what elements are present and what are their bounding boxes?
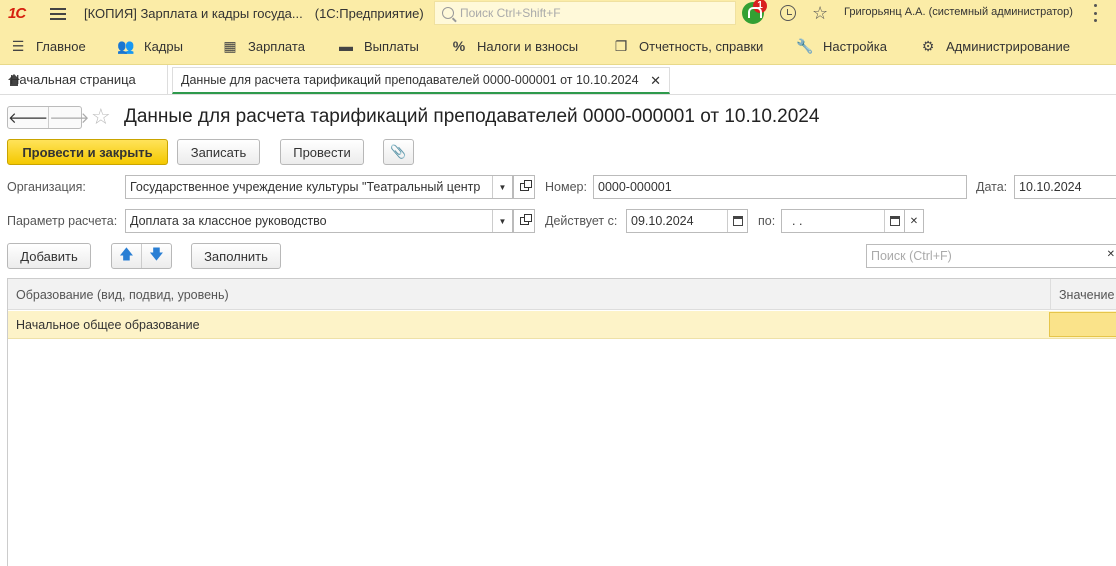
calculator-icon: ▦ xyxy=(223,37,237,54)
section-payments[interactable]: ▬ Выплаты xyxy=(338,27,419,65)
search-icon xyxy=(442,7,454,19)
open-parameter-icon[interactable] xyxy=(513,209,535,233)
move-up-arrow-icon[interactable]: 🡅 xyxy=(112,244,141,268)
date-value: 10.10.2024 xyxy=(1019,180,1082,194)
clear-date-icon[interactable]: ✕ xyxy=(904,209,924,233)
more-vertical-icon[interactable] xyxy=(1094,4,1098,22)
sections-panel: ☰ Главное 👥 Кадры ▦ Зарплата ▬ Выплаты %… xyxy=(0,27,1116,65)
move-buttons: 🡅 🡇 xyxy=(111,243,172,269)
app-subtitle: (1С:Предприятие) xyxy=(314,6,424,21)
fill-button[interactable]: Заполнить xyxy=(191,243,281,269)
cell-education: Начальное общее образование xyxy=(16,318,200,332)
add-row-button[interactable]: Добавить xyxy=(7,243,91,269)
documents-icon: ❐ xyxy=(614,37,628,54)
valid-to-field[interactable]: . . xyxy=(781,209,905,233)
app-logo: 1С xyxy=(8,4,26,22)
section-salary[interactable]: ▦ Зарплата xyxy=(222,27,305,65)
section-hr[interactable]: 👥 Кадры xyxy=(117,27,183,65)
tab-home[interactable]: Начальная страница xyxy=(0,65,168,94)
section-label: Главное xyxy=(36,38,86,54)
calendar-icon[interactable] xyxy=(727,210,747,232)
tab-home-label: Начальная страница xyxy=(10,72,136,87)
wallet-icon: ▬ xyxy=(339,38,353,54)
section-settings[interactable]: 🔧 Настройка xyxy=(796,27,887,65)
column-education[interactable]: Образование (вид, подвид, уровень) xyxy=(16,279,229,310)
back-arrow-icon[interactable]: 🡐 xyxy=(8,107,48,128)
attach-paperclip-icon[interactable]: 📎 xyxy=(383,139,414,165)
valid-from-field[interactable]: 09.10.2024 xyxy=(626,209,748,233)
section-label: Налоги и взносы xyxy=(477,38,579,54)
calc-parameter-label: Параметр расчета: xyxy=(7,214,118,228)
app-title: [КОПИЯ] Зарплата и кадры госуда... xyxy=(84,6,303,21)
tab-document[interactable]: Данные для расчета тарификаций преподава… xyxy=(172,67,670,94)
user-name[interactable]: Григорьянц А.А. (системный администратор… xyxy=(844,6,1073,18)
number-value: 0000-000001 xyxy=(598,180,672,194)
favorites-star-icon[interactable]: ☆ xyxy=(812,2,828,24)
calendar-icon[interactable] xyxy=(884,210,904,232)
section-label: Отчетность, справки xyxy=(639,38,764,54)
form-title: Данные для расчета тарификаций преподава… xyxy=(124,106,820,127)
notifications-bell-icon[interactable]: 1 xyxy=(742,0,767,24)
open-organization-icon[interactable] xyxy=(513,175,535,199)
cell-value[interactable] xyxy=(1049,312,1116,337)
section-label: Зарплата xyxy=(248,38,305,54)
table-search-input[interactable]: Поиск (Ctrl+F) ✕ xyxy=(866,244,1116,268)
section-main[interactable]: ☰ Главное xyxy=(10,27,86,65)
number-field[interactable]: 0000-000001 xyxy=(593,175,967,199)
close-icon[interactable]: ✕ xyxy=(650,73,661,89)
valid-from-value: 09.10.2024 xyxy=(631,214,694,228)
percent-icon: % xyxy=(452,38,466,54)
calc-parameter-value: Доплата за классное руководство xyxy=(130,214,327,228)
chevron-down-icon[interactable]: ▼ xyxy=(492,176,512,198)
table-header: Образование (вид, подвид, уровень) Значе… xyxy=(8,279,1116,310)
organization-value: Государственное учреждение культуры "Теа… xyxy=(130,180,481,194)
valid-from-label: Действует с: xyxy=(545,214,618,228)
number-label: Номер: xyxy=(545,180,587,194)
calc-parameter-field[interactable]: Доплата за классное руководство ▼ xyxy=(125,209,513,233)
menu-icon: ☰ xyxy=(11,37,25,54)
forward-arrow-icon[interactable]: 🡒 xyxy=(48,107,89,128)
main-menu-icon[interactable] xyxy=(50,7,66,20)
gear-icon: ⚙ xyxy=(921,37,935,54)
chevron-down-icon[interactable]: ▼ xyxy=(492,210,512,232)
global-search-input[interactable] xyxy=(460,6,710,20)
section-taxes[interactable]: % Налоги и взносы xyxy=(451,27,578,65)
section-label: Выплаты xyxy=(364,38,419,54)
save-button[interactable]: Записать xyxy=(177,139,260,165)
post-button[interactable]: Провести xyxy=(280,139,364,165)
organization-field[interactable]: Государственное учреждение культуры "Теа… xyxy=(125,175,513,199)
column-value[interactable]: Значение xyxy=(1050,279,1116,310)
navigation-buttons: 🡐 🡒 xyxy=(7,106,89,129)
valid-to-label: по: xyxy=(758,214,776,228)
post-and-close-button[interactable]: Провести и закрыть xyxy=(7,139,168,165)
valid-to-value: . . xyxy=(792,214,803,228)
people-icon: 👥 xyxy=(117,37,135,54)
table-search-placeholder: Поиск (Ctrl+F) xyxy=(871,249,952,263)
history-icon[interactable] xyxy=(780,5,796,21)
wrench-icon: 🔧 xyxy=(796,37,814,54)
add-to-favorites-star-icon[interactable]: ☆ xyxy=(91,104,111,130)
education-table: Образование (вид, подвид, уровень) Значе… xyxy=(7,278,1116,566)
table-row[interactable]: Начальное общее образование xyxy=(8,311,1116,339)
section-reports[interactable]: ❐ Отчетность, справки xyxy=(613,27,764,65)
section-label: Администрирование xyxy=(946,38,1070,54)
tab-document-label: Данные для расчета тарификаций преподава… xyxy=(181,73,639,87)
date-field[interactable]: 10.10.2024 xyxy=(1014,175,1116,199)
clear-search-icon[interactable]: ✕ xyxy=(1107,249,1115,260)
section-label: Кадры xyxy=(144,38,183,54)
open-windows-tabs: Начальная страница Данные для расчета та… xyxy=(0,65,1116,95)
global-search[interactable] xyxy=(434,1,736,25)
section-admin[interactable]: ⚙ Администрирование xyxy=(920,27,1070,65)
move-down-arrow-icon[interactable]: 🡇 xyxy=(141,244,171,268)
section-label: Настройка xyxy=(823,38,887,54)
date-label: Дата: xyxy=(976,180,1008,194)
organization-label: Организация: xyxy=(7,180,86,194)
